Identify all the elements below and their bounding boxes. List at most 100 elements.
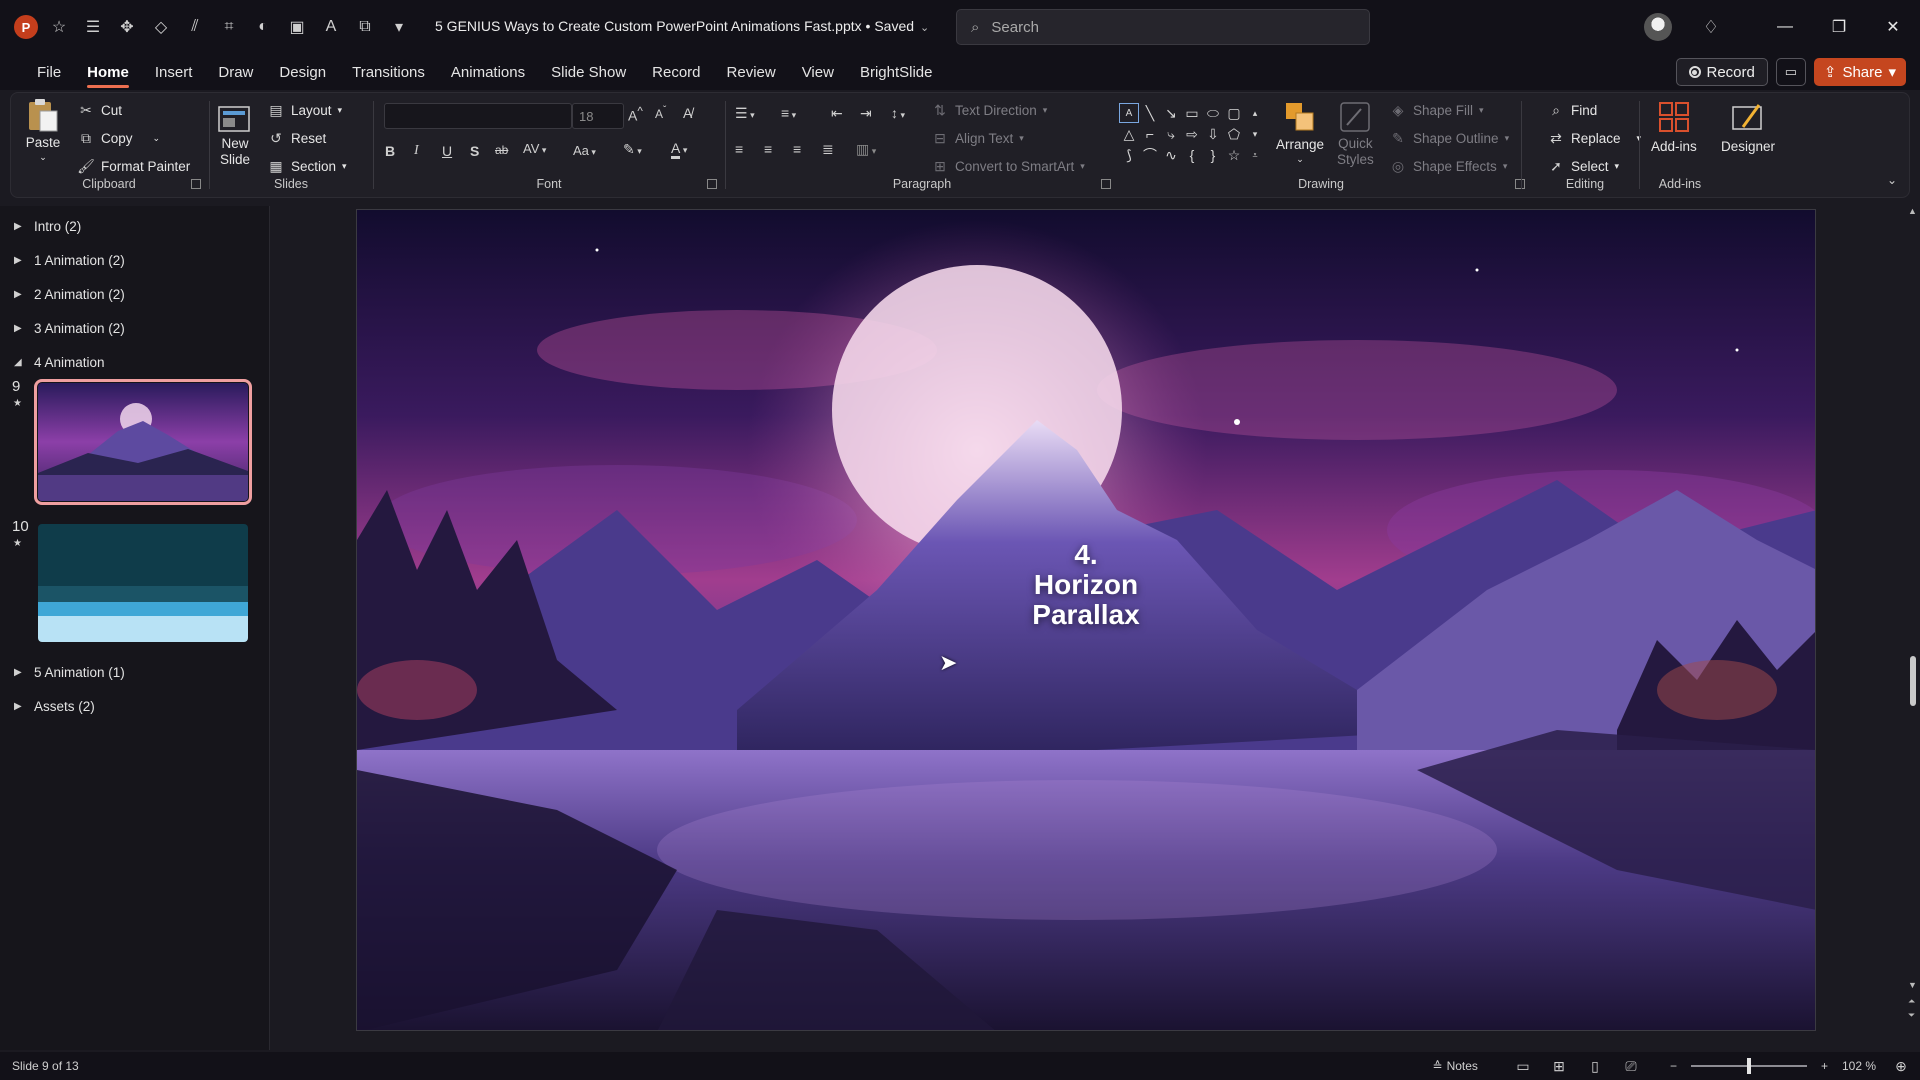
gallery-more-icon[interactable]: ⩡ <box>1245 145 1265 165</box>
oval-shape-icon[interactable]: ⬭ <box>1203 103 1223 123</box>
font-size-select[interactable]: 18 <box>572 103 624 129</box>
tab-view[interactable]: View <box>789 54 847 90</box>
designer-button[interactable]: Designer <box>1721 99 1775 154</box>
format-painter-button[interactable]: 🖌 Format Painter <box>77 157 190 175</box>
slide-title[interactable]: 4. Horizon Parallax <box>357 540 1815 630</box>
text-icon[interactable]: A <box>318 14 344 40</box>
tab-draw[interactable]: Draw <box>205 54 266 90</box>
new-slide-button[interactable]: New Slide <box>217 99 253 167</box>
numbering-button[interactable]: ≡ ▾ <box>781 105 796 121</box>
font-launcher-icon[interactable] <box>707 179 717 189</box>
tab-brightslide[interactable]: BrightSlide <box>847 54 946 90</box>
previous-slide-icon[interactable]: ⏶ <box>1908 996 1915 1007</box>
close-button[interactable]: ✕ <box>1866 0 1920 54</box>
character-spacing-button[interactable]: AV ▾ <box>523 141 546 156</box>
clipboard-launcher-icon[interactable] <box>191 179 201 189</box>
paste-button[interactable]: Paste ⌄ <box>25 97 61 163</box>
align-right-icon[interactable]: ≡ <box>793 141 801 157</box>
align-center-icon[interactable]: ≡ <box>764 141 772 157</box>
clear-formatting-icon[interactable]: A̸ <box>683 105 692 121</box>
rounded-rect-shape-icon[interactable]: ▢ <box>1224 103 1244 123</box>
shrink-font-button[interactable]: Aˇ <box>655 105 666 121</box>
collapse-ribbon-icon[interactable]: ⌄ <box>1887 173 1897 187</box>
slideshow-view-icon[interactable]: ⎚ <box>1620 1057 1642 1075</box>
next-slide-icon[interactable]: ⏷ <box>1908 1010 1915 1021</box>
normal-view-icon[interactable]: ▭ <box>1512 1057 1534 1075</box>
tab-insert[interactable]: Insert <box>142 54 206 90</box>
zoom-out-button[interactable]: − <box>1670 1059 1677 1073</box>
convert-smartart-button[interactable]: ⊞ Convert to SmartArt ▾ <box>931 157 1085 175</box>
right-arrow-shape-icon[interactable]: ⇨ <box>1182 124 1202 144</box>
copy-button[interactable]: ⧉ Copy ⌄ <box>77 129 160 147</box>
strikethrough-button[interactable]: ab <box>495 143 508 157</box>
tab-transitions[interactable]: Transitions <box>339 54 438 90</box>
zoom-level[interactable]: 102 % <box>1842 1059 1876 1073</box>
justify-icon[interactable]: ≣ <box>822 141 834 158</box>
text-shadow-button[interactable]: S <box>470 143 479 159</box>
avatar[interactable] <box>1644 13 1672 41</box>
record-button[interactable]: Record <box>1675 58 1768 86</box>
outline-icon[interactable]: ☰ <box>80 14 106 40</box>
increase-indent-icon[interactable]: ⇥ <box>860 105 872 122</box>
scrollbar-thumb[interactable] <box>1910 656 1916 706</box>
star-shape-icon[interactable]: ☆ <box>1224 145 1244 165</box>
shapes-gallery[interactable]: A ╲ ↘ ▭ ⬭ ▢ ▴ △ ⌐ ⤷ ⇨ ⇩ ⬠ ▾ ⟆ ⌒ ∿ { } ☆ … <box>1119 103 1263 165</box>
bold-button[interactable]: B <box>385 143 395 159</box>
addins-button[interactable]: Add-ins <box>1651 99 1697 154</box>
section-intro[interactable]: ▶ Intro (2) <box>14 219 81 234</box>
scroll-down-icon[interactable]: ▼ <box>1908 980 1917 990</box>
zoom-slider-thumb[interactable] <box>1746 1058 1751 1074</box>
tab-review[interactable]: Review <box>714 54 789 90</box>
reading-view-icon[interactable]: ▯ <box>1584 1057 1606 1075</box>
font-family-select[interactable] <box>384 103 572 129</box>
arrow-line-shape-icon[interactable]: ↘ <box>1161 103 1181 123</box>
zoom-in-button[interactable]: + <box>1821 1059 1828 1073</box>
shape-outline-button[interactable]: ✎ Shape Outline ▾ <box>1389 129 1509 147</box>
bullets-button[interactable]: ☰ ▾ <box>735 105 755 122</box>
cut-button[interactable]: ✂ Cut <box>77 101 122 119</box>
grow-font-button[interactable]: A^ <box>628 105 643 124</box>
format-icon[interactable]: ◇ <box>148 14 174 40</box>
shape-fill-icon[interactable]: ◐ <box>250 14 276 40</box>
underline-button[interactable]: U <box>442 143 452 159</box>
minimize-button[interactable]: — <box>1758 0 1812 54</box>
arrange-button[interactable]: Arrange ⌄ <box>1276 99 1324 165</box>
share-button[interactable]: ⇪ Share ▾ <box>1813 58 1906 86</box>
tab-file[interactable]: File <box>24 54 74 90</box>
decrease-indent-icon[interactable]: ⇤ <box>831 105 843 122</box>
search-input[interactable]: ⌕ Search <box>956 9 1370 45</box>
align-text-button[interactable]: ⊟ Align Text ▾ <box>931 129 1024 147</box>
highlight-button[interactable]: ✎ ▾ <box>623 141 642 158</box>
restore-button[interactable]: ❐ <box>1812 0 1866 54</box>
layout-button[interactable]: ▤ Layout ▾ <box>267 101 342 119</box>
center-icon[interactable]: ✥ <box>114 14 140 40</box>
gallery-down-icon[interactable]: ▾ <box>1245 124 1265 144</box>
triangle-shape-icon[interactable]: △ <box>1119 124 1139 144</box>
change-case-button[interactable]: Aa ▾ <box>573 143 596 158</box>
gallery-up-icon[interactable]: ▴ <box>1245 103 1265 123</box>
arc-shape-icon[interactable]: ⌒ <box>1140 145 1160 165</box>
fit-to-window-icon[interactable]: ⊕ <box>1890 1057 1912 1075</box>
find-button[interactable]: ⌕ Find <box>1547 101 1597 119</box>
textbox-shape-icon[interactable]: A <box>1119 103 1139 123</box>
tab-record[interactable]: Record <box>639 54 713 90</box>
connector-shape-icon[interactable]: ⌐ <box>1140 124 1160 144</box>
left-brace-icon[interactable]: { <box>1182 145 1202 165</box>
line-spacing-button[interactable]: ↕ ▾ <box>891 105 905 121</box>
quick-styles-button[interactable]: Quick Styles <box>1337 99 1374 167</box>
slide-sorter-icon[interactable]: ⊞ <box>1548 1057 1570 1075</box>
italic-button[interactable]: I <box>414 143 419 159</box>
tab-home[interactable]: Home <box>74 54 142 90</box>
document-title[interactable]: 5 GENIUS Ways to Create Custom PowerPoin… <box>435 18 929 34</box>
vertical-scrollbar[interactable]: ▲ ▼ ⏶ ⏷ <box>1906 206 1920 1026</box>
notes-button[interactable]: ≙ Notes <box>1433 1059 1478 1073</box>
paragraph-launcher-icon[interactable] <box>1101 179 1111 189</box>
text-direction-button[interactable]: ⇅ Text Direction ▾ <box>931 101 1047 119</box>
line-shape-icon[interactable]: ╲ <box>1140 103 1160 123</box>
section-button[interactable]: ▦ Section ▾ <box>267 157 346 175</box>
right-brace-icon[interactable]: } <box>1203 145 1223 165</box>
curve-shape-icon[interactable]: ∿ <box>1161 145 1181 165</box>
slideshow-icon[interactable]: ⧉ <box>352 14 378 40</box>
slide-thumbnail-9[interactable] <box>34 379 252 505</box>
columns-button[interactable]: ▥ ▾ <box>856 141 876 158</box>
